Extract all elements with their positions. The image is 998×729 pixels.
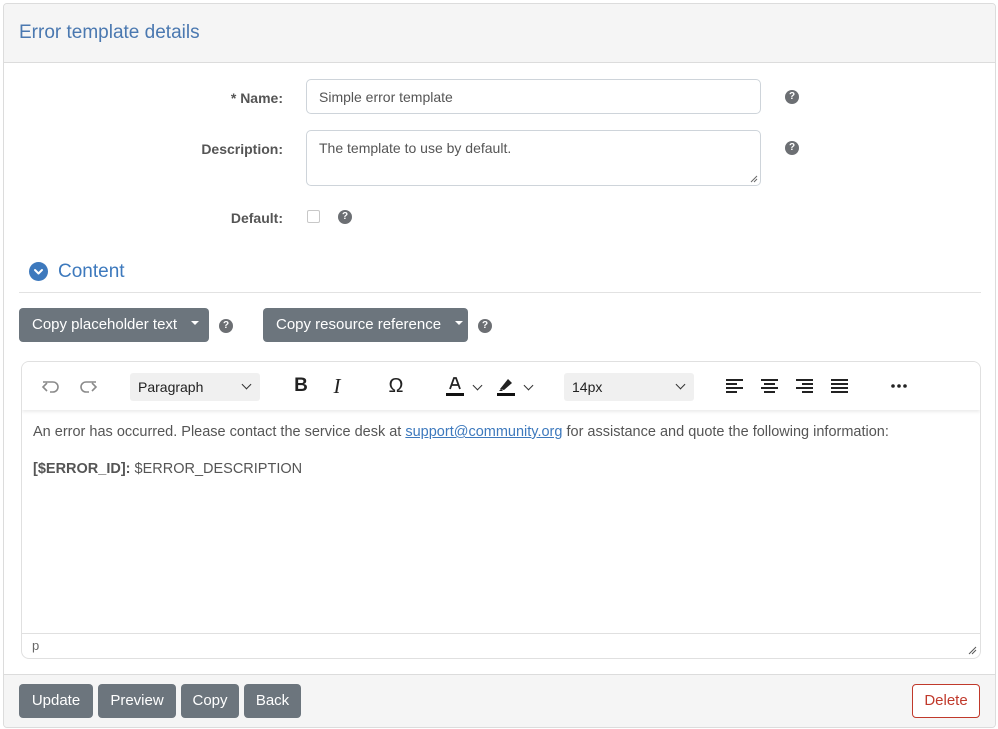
editor-toolbar: Paragraph B I Ω 14px (22, 362, 980, 410)
preview-button[interactable]: Preview (98, 684, 176, 718)
editor-statusbar: p (22, 633, 980, 658)
back-button[interactable]: Back (244, 684, 301, 718)
page-title: Error template details (19, 22, 200, 43)
error-id-token: [$ERROR_ID]: (33, 461, 131, 477)
update-button[interactable]: Update (19, 684, 93, 718)
copy-button[interactable]: Copy (181, 684, 239, 718)
font-size-select[interactable]: 14px (564, 373, 694, 401)
resize-handle-icon[interactable] (750, 175, 758, 183)
editor-paragraph-1: An error has occurred. Please contact th… (33, 422, 970, 442)
copy-placeholder-label: Copy placeholder text (32, 316, 178, 333)
name-label: * Name: (230, 90, 283, 106)
font-size-value: 14px (572, 379, 603, 395)
more-icon[interactable] (888, 374, 910, 398)
card-header: Error template details (4, 4, 995, 63)
editor-content[interactable]: An error has occurred. Please contact th… (33, 422, 970, 479)
italic-icon[interactable]: I (326, 374, 348, 398)
default-help-icon[interactable]: ? (338, 210, 352, 224)
text-color-icon[interactable] (443, 374, 467, 398)
description-label: Description: (201, 141, 283, 157)
align-right-icon[interactable] (794, 374, 816, 398)
align-center-icon[interactable] (759, 374, 781, 398)
copy-placeholder-help-icon[interactable]: ? (219, 319, 233, 333)
resize-handle-icon[interactable] (967, 645, 977, 655)
chevron-down-icon (675, 379, 686, 390)
highlight-icon[interactable] (494, 374, 518, 398)
paragraph-text: An error has occurred. Please contact th… (33, 424, 406, 440)
content-section-title: Content (58, 261, 125, 282)
default-checkbox[interactable] (307, 210, 320, 223)
copy-placeholder-button[interactable]: Copy placeholder text (19, 308, 209, 342)
name-input[interactable]: Simple error template (306, 79, 761, 114)
redo-icon[interactable] (77, 374, 99, 398)
align-justify-icon[interactable] (829, 374, 851, 398)
copy-resource-button[interactable]: Copy resource reference (263, 308, 468, 342)
default-label: Default: (230, 210, 283, 226)
collapse-chevron-icon[interactable] (29, 262, 48, 281)
block-format-value: Paragraph (138, 379, 204, 395)
name-help-icon[interactable]: ? (785, 90, 799, 104)
block-format-select[interactable]: Paragraph (130, 373, 260, 401)
error-description-token: $ERROR_DESCRIPTION (130, 461, 303, 477)
caret-down-icon (191, 321, 200, 326)
rich-text-editor: Paragraph B I Ω 14px An error has occurr… (21, 361, 981, 659)
highlight-chevron-icon[interactable] (522, 374, 536, 398)
content-section-header[interactable]: Content (19, 257, 981, 293)
editor-paragraph-2: [$ERROR_ID]: $ERROR_DESCRIPTION (33, 459, 970, 479)
copy-resource-help-icon[interactable]: ? (478, 319, 492, 333)
paragraph-text: for assistance and quote the following i… (562, 424, 889, 440)
support-email-link[interactable]: support@community.org (405, 424, 562, 440)
error-template-card: Error template details * Name: Simple er… (3, 3, 996, 728)
bold-icon[interactable]: B (290, 374, 312, 398)
caret-down-icon (455, 321, 464, 326)
delete-button[interactable]: Delete (912, 684, 980, 718)
element-path[interactable]: p (32, 638, 39, 653)
chevron-down-icon (241, 379, 252, 390)
description-help-icon[interactable]: ? (785, 141, 799, 155)
copy-resource-label: Copy resource reference (276, 316, 442, 333)
omega-icon[interactable]: Ω (384, 374, 408, 398)
align-left-icon[interactable] (724, 374, 746, 398)
text-color-chevron-icon[interactable] (471, 374, 485, 398)
undo-icon[interactable] (40, 374, 62, 398)
card-footer: Update Preview Copy Back Delete (4, 674, 995, 727)
description-text: The template to use by default. (319, 140, 512, 156)
description-textarea[interactable]: The template to use by default. (306, 130, 761, 186)
